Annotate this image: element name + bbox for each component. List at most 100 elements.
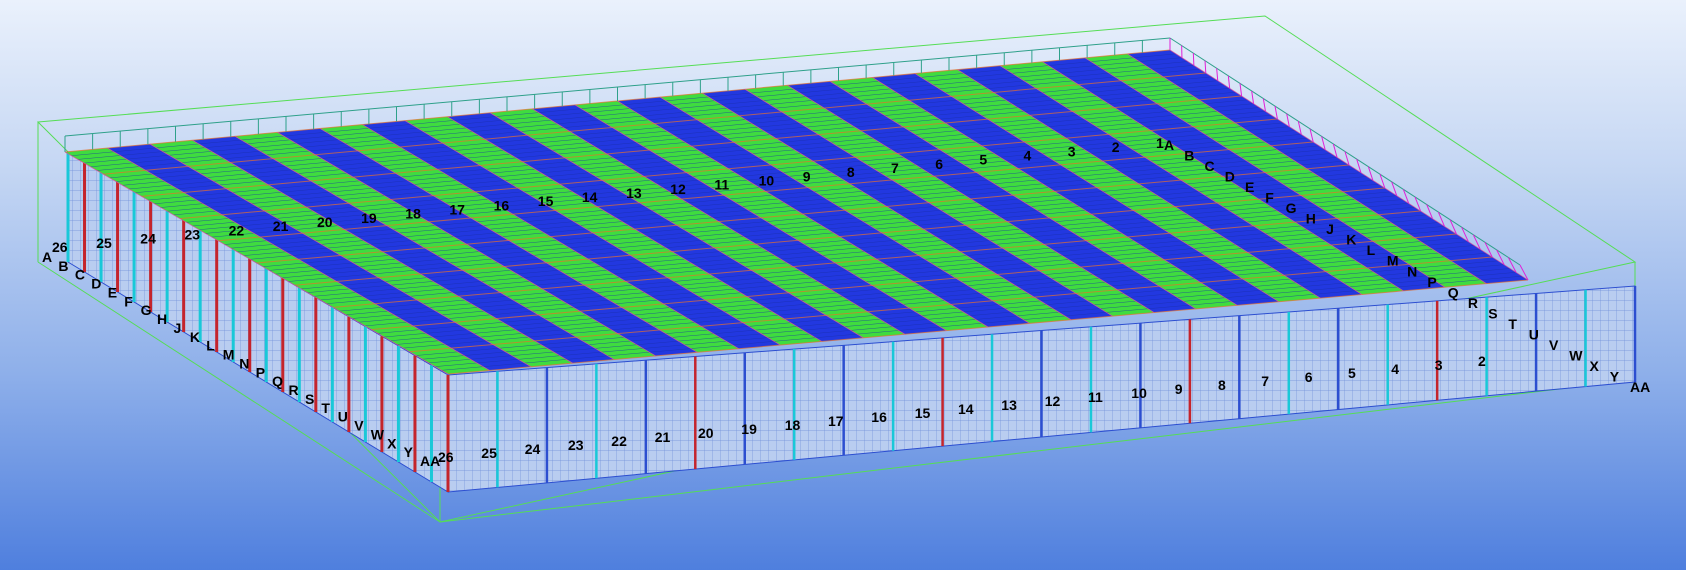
right-grid-letter: E: [1245, 179, 1254, 195]
back-grid-number: 21: [273, 218, 289, 234]
right-grid-letter: AA: [1630, 379, 1650, 395]
right-grid-letter: C: [1205, 158, 1215, 174]
rail-post: [1239, 83, 1243, 97]
left-grid-letter: K: [190, 329, 200, 345]
rail-post: [1192, 53, 1195, 66]
front-grid-number: 18: [785, 417, 801, 433]
back-grid-number: 11: [714, 177, 729, 193]
right-grid-letter: S: [1488, 305, 1497, 321]
front-grid-number: 26: [438, 449, 454, 465]
right-grid-letter: Y: [1610, 369, 1620, 385]
back-grid-number: 4: [1024, 148, 1032, 164]
rail-post: [1216, 68, 1219, 81]
structure-model-3d[interactable]: 26 25 24 23 22 21 20 19 18 17 16 15 14 13 12 11 10 9 8 7 6 5 4…: [0, 0, 1686, 570]
right-grid-letter: V: [1549, 337, 1559, 353]
left-grid-letter: B: [58, 258, 68, 274]
back-grid-number: 5: [979, 152, 987, 168]
back-grid-number: 23: [185, 227, 201, 243]
back-grid-number: 13: [626, 185, 642, 201]
front-grid-number: 7: [1261, 373, 1269, 389]
back-grid-number: 25: [96, 235, 112, 251]
back-grid-number: 26: [52, 239, 68, 255]
back-grid-number: 14: [582, 189, 598, 205]
left-grid-letter: L: [206, 338, 215, 354]
front-grid-number: 17: [828, 413, 844, 429]
rail-post: [1204, 60, 1207, 74]
left-grid-letter: C: [75, 267, 85, 283]
front-grid-number: 8: [1218, 377, 1226, 393]
left-grid-letter: D: [91, 276, 101, 292]
left-grid-letter: S: [305, 391, 314, 407]
right-grid-letter: N: [1407, 263, 1417, 279]
right-grid-letter: M: [1387, 253, 1399, 269]
left-grid-letter: H: [157, 311, 167, 327]
back-grid-number: 16: [494, 197, 510, 213]
right-grid-letter: J: [1326, 221, 1334, 237]
rail-post: [1274, 106, 1278, 120]
left-grid-letter: T: [321, 400, 330, 416]
front-grid-number: 11: [1088, 389, 1103, 405]
back-grid-number: 1: [1156, 135, 1164, 151]
right-grid-letter: R: [1468, 295, 1478, 311]
left-grid-letter: R: [289, 382, 299, 398]
left-grid-letter: U: [338, 409, 348, 425]
left-grid-letter: Q: [272, 373, 283, 389]
right-grid-letter: A: [1164, 137, 1174, 153]
left-grid-letter: W: [371, 426, 385, 442]
back-grid-number: 3: [1068, 143, 1076, 159]
right-grid-letter: H: [1306, 211, 1316, 227]
front-grid-number: 25: [481, 445, 497, 461]
back-grid-number: 2: [1112, 139, 1120, 155]
front-grid-number: 19: [741, 421, 757, 437]
back-grid-number: 6: [935, 156, 943, 172]
left-grid-letter: N: [239, 355, 249, 371]
front-grid-number: 21: [655, 429, 671, 445]
right-grid-letter: L: [1367, 242, 1376, 258]
right-grid-letter: F: [1265, 190, 1274, 206]
right-grid-letter: D: [1225, 169, 1235, 185]
left-grid-letter: AA: [420, 453, 440, 469]
back-grid-number: 12: [670, 181, 686, 197]
front-grid-number: 3: [1435, 357, 1443, 373]
back-grid-number: 24: [140, 231, 156, 247]
back-grid-number: 9: [803, 168, 811, 184]
left-grid-letter: X: [387, 435, 397, 451]
back-grid-number: 22: [229, 222, 245, 238]
back-grid-number: 10: [759, 172, 775, 188]
left-grid-letter: M: [223, 347, 235, 363]
back-grid-number: 8: [847, 164, 855, 180]
front-grid-number: 23: [568, 437, 584, 453]
front-grid-number: 6: [1305, 369, 1313, 385]
back-grid-number: 7: [891, 160, 899, 176]
left-grid-letter: V: [354, 418, 364, 434]
right-grid-letter: K: [1346, 232, 1356, 248]
right-grid-letter: P: [1427, 274, 1436, 290]
left-grid-letter: Y: [404, 444, 414, 460]
back-grid-number: 18: [405, 206, 421, 222]
right-grid-letter: W: [1569, 347, 1583, 363]
front-grid-number: 13: [1001, 397, 1017, 413]
front-grid-number: 9: [1175, 381, 1183, 397]
front-grid-number: 24: [525, 441, 541, 457]
right-grid-letter: T: [1508, 316, 1517, 332]
front-grid-number: 4: [1391, 361, 1399, 377]
left-grid-letter: P: [256, 364, 265, 380]
left-grid-letter: E: [108, 285, 117, 301]
rail-post: [1227, 75, 1231, 89]
left-grid-letter: G: [141, 302, 152, 318]
right-grid-letter: X: [1590, 358, 1600, 374]
right-grid-letter: G: [1286, 200, 1297, 216]
left-grid-letter: A: [42, 249, 52, 265]
rail-post: [1262, 98, 1266, 112]
right-grid-letter: Q: [1448, 284, 1459, 300]
rail-post: [1251, 90, 1255, 104]
model-viewport[interactable]: 26 25 24 23 22 21 20 19 18 17 16 15 14 13 12 11 10 9 8 7 6 5 4…: [0, 0, 1686, 570]
front-grid-number: 14: [958, 401, 974, 417]
back-grid-number: 20: [317, 214, 333, 230]
back-grid-number: 17: [449, 202, 465, 218]
front-grid-number: 12: [1045, 393, 1061, 409]
right-grid-letter: U: [1529, 326, 1539, 342]
left-grid-letter: J: [174, 320, 182, 336]
front-grid-number: 22: [611, 433, 627, 449]
left-grid-letter: F: [124, 293, 133, 309]
